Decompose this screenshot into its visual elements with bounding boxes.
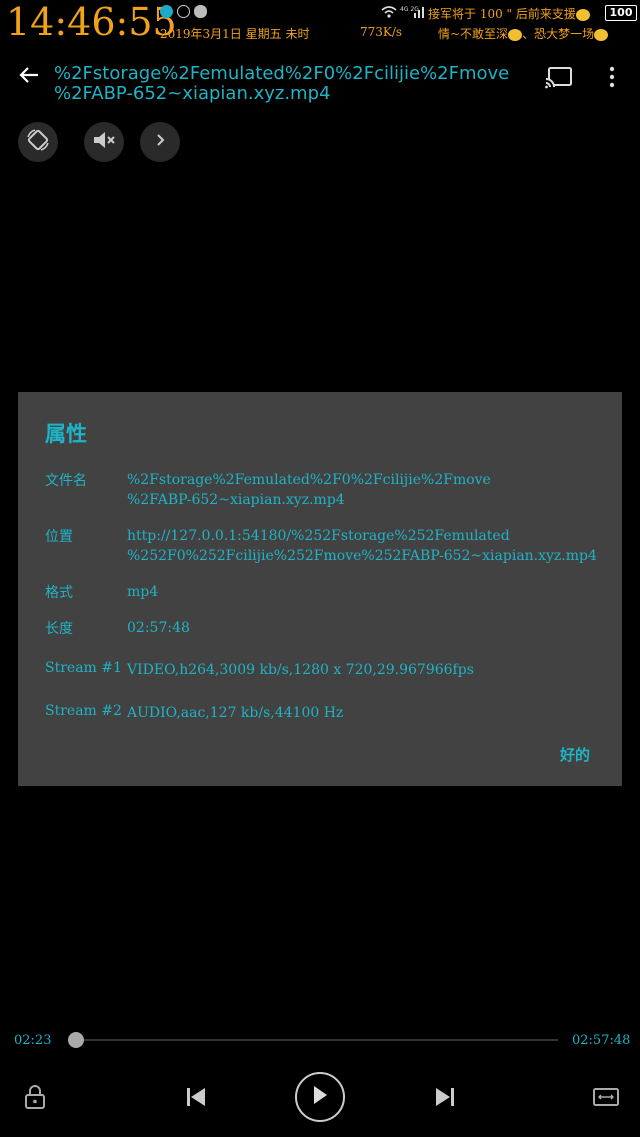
location-value: http://127.0.0.1:54180/%252Fstorage%252F… bbox=[127, 526, 607, 566]
volume-mute-icon bbox=[91, 129, 117, 155]
expand-controls-button[interactable] bbox=[140, 122, 180, 162]
location-value-line-1: http://127.0.0.1:54180/%252Fstorage%252F… bbox=[127, 528, 510, 544]
status-clock: 14:46:55 bbox=[6, 0, 177, 44]
filename-label: 文件名 bbox=[45, 473, 87, 489]
location-label: 位置 bbox=[45, 529, 73, 545]
ok-button[interactable]: 好的 bbox=[560, 744, 590, 765]
filename-value: %2Fstorage%2Femulated%2F0%2Fcilijie%2Fmo… bbox=[127, 470, 607, 510]
cloud-icon bbox=[194, 5, 207, 18]
status-motto-2: 情~不敢至深 、恐大梦一场 bbox=[438, 25, 609, 42]
aspect-ratio-icon[interactable] bbox=[592, 1085, 620, 1109]
chevron-right-icon bbox=[153, 132, 167, 152]
battery-indicator: 100 bbox=[605, 5, 637, 21]
screen-rotation-icon bbox=[25, 127, 51, 157]
dialog-title: 属性 bbox=[45, 421, 87, 446]
wifi-signal-icon: 4G 2G bbox=[380, 4, 424, 23]
filename-value-line-1: %2Fstorage%2Femulated%2F0%2Fcilijie%2Fmo… bbox=[127, 472, 491, 488]
duration-value: 02:57:48 bbox=[127, 620, 190, 636]
network-speed: 773K/s bbox=[360, 25, 403, 39]
app-notification-icon bbox=[160, 5, 173, 18]
status-icons bbox=[160, 5, 207, 18]
skip-previous-icon[interactable] bbox=[182, 1084, 210, 1110]
video-title-line-1: %2Fstorage%2Femulated%2F0%2Fcilijie%2Fmo… bbox=[54, 63, 510, 84]
back-arrow-icon[interactable] bbox=[14, 60, 44, 90]
emoji-icon bbox=[508, 28, 523, 41]
stream-1-value: VIDEO,h264,3009 kb/s,1280 x 720,29.96796… bbox=[127, 662, 474, 678]
video-title: %2Fstorage%2Femulated%2F0%2Fcilijie%2Fmo… bbox=[54, 64, 524, 104]
mute-button[interactable] bbox=[84, 122, 124, 162]
cast-icon[interactable] bbox=[545, 65, 573, 89]
properties-dialog: 属性 文件名 %2Fstorage%2Femulated%2F0%2Fcilij… bbox=[18, 392, 622, 786]
status-motto-2-text: 情~不敢至深 bbox=[438, 27, 509, 41]
play-icon bbox=[311, 1085, 329, 1109]
skip-next-icon[interactable] bbox=[431, 1084, 459, 1110]
k-notification-icon bbox=[177, 5, 190, 18]
more-vert-icon[interactable] bbox=[603, 64, 621, 90]
status-motto-3-text: 恐大梦一场 bbox=[534, 27, 595, 41]
format-value: mp4 bbox=[127, 584, 159, 600]
play-button[interactable] bbox=[295, 1072, 345, 1122]
emoji-icon bbox=[575, 8, 590, 21]
status-motto-1: 接军将于 100 " 后前来支援 bbox=[428, 5, 590, 22]
total-time: 02:57:48 bbox=[572, 1033, 631, 1048]
status-motto-1-text: 接军将于 100 " 后前来支援 bbox=[428, 7, 576, 21]
status-bar: 14:46:55 2019年3月1日 星期五 未时 773K/s 4G 2G 接… bbox=[0, 0, 640, 46]
stream-2-label: Stream #2 bbox=[45, 703, 122, 719]
stream-2-value: AUDIO,aac,127 kb/s,44100 Hz bbox=[127, 705, 344, 721]
seek-thumb[interactable] bbox=[68, 1032, 85, 1048]
stream-1-label: Stream #1 bbox=[45, 660, 122, 676]
format-label: 格式 bbox=[45, 585, 73, 601]
video-title-line-2: %2FABP-652~xiapian.xyz.mp4 bbox=[54, 83, 331, 104]
filename-value-line-2: %2FABP-652~xiapian.xyz.mp4 bbox=[127, 492, 345, 508]
current-time: 02:23 bbox=[14, 1033, 52, 1048]
network-type-label: 4G 2G bbox=[400, 6, 419, 13]
duration-label: 长度 bbox=[45, 621, 73, 637]
emoji-icon bbox=[594, 28, 609, 41]
seek-bar[interactable] bbox=[70, 1039, 558, 1041]
lock-icon[interactable] bbox=[22, 1083, 48, 1111]
location-value-line-2: %252F0%252Fcilijie%252Fmove%252FABP-652~… bbox=[127, 548, 597, 564]
status-date: 2019年3月1日 星期五 未时 bbox=[160, 27, 310, 41]
screen-rotation-button[interactable] bbox=[18, 122, 58, 162]
